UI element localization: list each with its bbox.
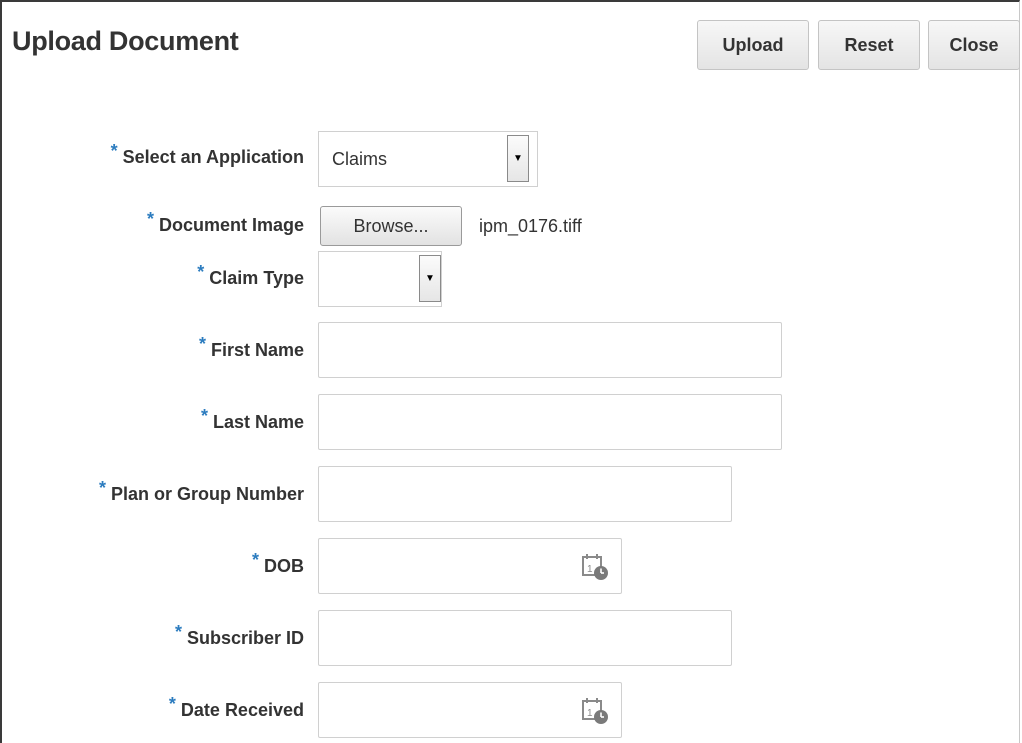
- chevron-down-icon[interactable]: ▼: [507, 135, 529, 182]
- chevron-down-icon[interactable]: ▼: [419, 255, 441, 302]
- close-button[interactable]: Close: [928, 20, 1020, 70]
- first-name-field[interactable]: [318, 322, 782, 378]
- first-name-label: * First Name: [198, 334, 304, 360]
- application-label: * Select an Application: [110, 141, 304, 167]
- application-select[interactable]: Claims ▼: [318, 131, 538, 187]
- dob-field[interactable]: 1: [318, 538, 622, 594]
- page-title: Upload Document: [12, 26, 239, 56]
- upload-button[interactable]: Upload: [697, 20, 809, 70]
- plan-group-field[interactable]: [318, 466, 732, 522]
- required-marker: *: [110, 141, 118, 161]
- date-received-label: * Date Received: [168, 694, 304, 720]
- selected-filename: ipm_0176.tiff: [479, 216, 582, 236]
- application-value: Claims: [332, 149, 388, 169]
- dob-label: * DOB: [251, 550, 304, 576]
- subscriber-id-field[interactable]: [318, 610, 732, 666]
- calendar-clock-icon[interactable]: 1: [581, 697, 609, 725]
- document-image-label: * Document Image: [146, 209, 304, 235]
- last-name-label: * Last Name: [200, 406, 304, 432]
- date-received-field[interactable]: 1: [318, 682, 622, 738]
- last-name-field[interactable]: [318, 394, 782, 450]
- claim-type-select[interactable]: ▼: [318, 251, 442, 307]
- subscriber-id-label: * Subscriber ID: [174, 622, 304, 648]
- calendar-clock-icon[interactable]: 1: [581, 553, 609, 581]
- browse-button[interactable]: Browse...: [320, 206, 462, 246]
- svg-text:1: 1: [587, 564, 593, 575]
- svg-text:1: 1: [587, 708, 593, 719]
- reset-button[interactable]: Reset: [818, 20, 920, 70]
- claim-type-label: * Claim Type: [197, 262, 304, 288]
- plan-group-label: * Plan or Group Number: [98, 478, 304, 504]
